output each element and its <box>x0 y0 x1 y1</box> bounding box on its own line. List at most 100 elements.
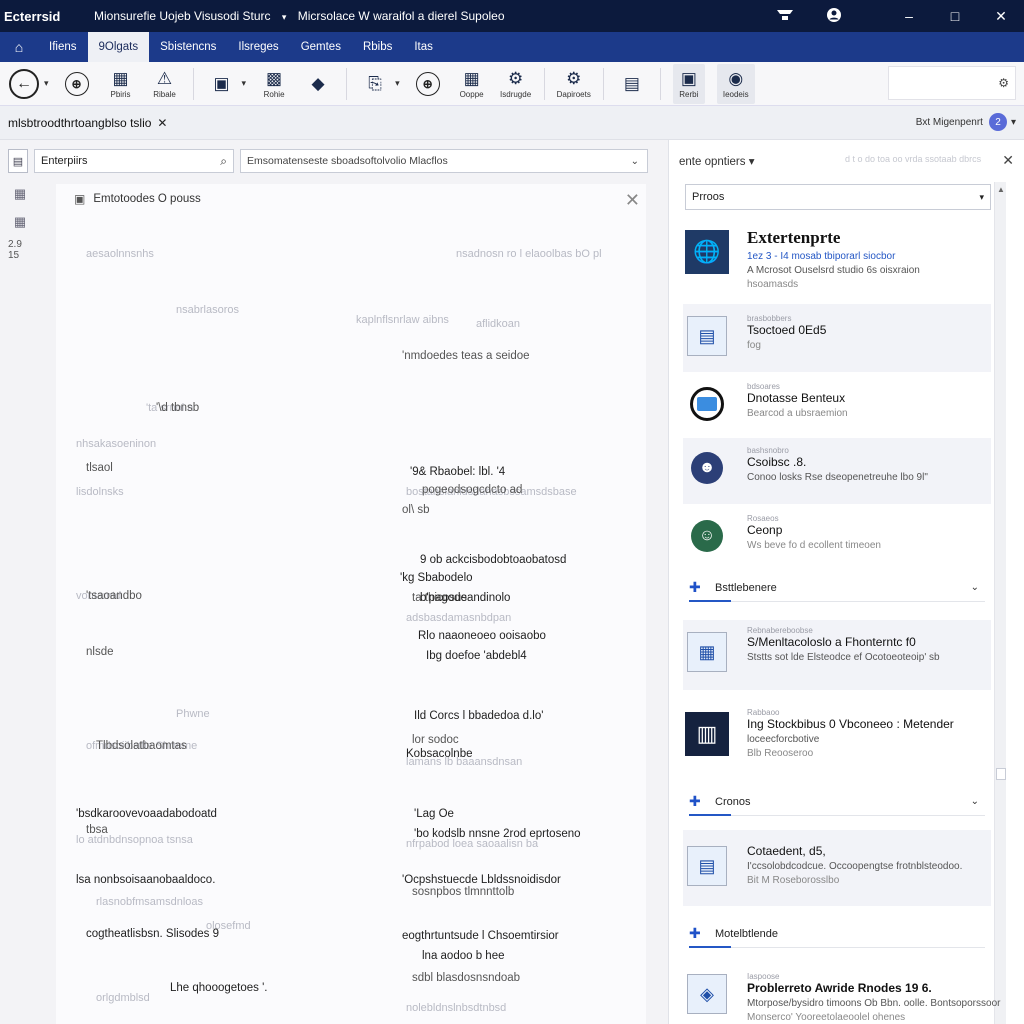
document-text: sdbl blasdosnsndoab <box>412 972 521 984</box>
close-pane-button[interactable]: ✕ <box>1002 152 1014 169</box>
document-text: eogthrtuntsude l Chsoemtirsior <box>402 930 559 942</box>
document-text: '\d tbnsb <box>156 402 200 414</box>
pane-scrollbar[interactable]: ▲ <box>994 182 1006 1024</box>
card-title: Ing Stockbibus 0 Vbconeeo : Metender <box>747 717 954 731</box>
ribbon-button-7[interactable]: ◆ <box>302 64 334 104</box>
add-icon: ✚ <box>689 793 701 809</box>
result-card[interactable]: 🌐 Extertenprte 1ez 3 - I4 mosab tbiporar… <box>683 228 991 298</box>
result-card[interactable]: ☻ bashsnobro Csoibsc .8. Conoo losks Rse… <box>683 446 991 502</box>
copy-icon: ⎘ <box>368 73 382 93</box>
minimize-button[interactable]: – <box>886 0 932 32</box>
card-meta: Blb Reooseroo <box>747 748 814 759</box>
menu-item-1[interactable]: Ifiens <box>38 32 88 62</box>
card-category: brasbobbers <box>747 314 792 323</box>
card-title: Ceonp <box>747 523 783 537</box>
ribbon-button-15[interactable]: ◉ Ieodeis <box>716 63 755 104</box>
result-card[interactable]: ▤ brasbobbers Tsoctoed 0Ed5 fog <box>683 314 991 370</box>
chevron-down-icon[interactable]: ▾ <box>979 192 984 203</box>
search-icon[interactable]: ⌕ <box>220 154 227 169</box>
search-input[interactable]: Enterpiirs ⌕ <box>34 149 234 173</box>
path-value: Emsomatenseste sboadsoftolvolio Mlacflos <box>247 155 448 167</box>
card-icon: ☻ <box>685 446 729 490</box>
close-panel-button[interactable]: ✕ <box>625 190 640 211</box>
faded-text: aflidkoan <box>476 318 521 330</box>
group-header[interactable]: ✚ Motelbtlende <box>689 920 985 948</box>
group-header[interactable]: ✚ Cronos ⌄ <box>689 788 985 816</box>
menu-bar: ⌂ Ifiens 9Olgats Sbistencns Ilsreges Gem… <box>0 32 1024 62</box>
document-text: sosnpbos tlmnnttolb <box>412 886 515 898</box>
result-card[interactable]: ▥ Rabbaoo Ing Stockbibus 0 Vbconeeo : Me… <box>683 708 991 782</box>
ribbon-button-8[interactable]: ⎘ <box>359 64 391 104</box>
table-dropdown-icon[interactable]: ▾ <box>242 78 247 89</box>
menu-item-5[interactable]: Gemtes <box>290 32 352 62</box>
ribbon-label-10: Ooppe <box>459 89 484 99</box>
warning-icon: ⚠ <box>156 68 173 88</box>
add-icon: ✚ <box>689 579 701 595</box>
result-card[interactable]: ▦ Rebnabereboobse S/Menltacoloslo a Fhon… <box>683 626 991 686</box>
pane-header[interactable]: ente opntiers ▾ <box>679 154 754 168</box>
list-view-icon[interactable]: ▦ <box>8 212 32 232</box>
menu-item-2[interactable]: 9Olgats <box>87 32 150 62</box>
grid-view-icon[interactable]: ▦ <box>8 184 32 204</box>
ribbon-label-6: Rohie <box>263 89 285 99</box>
refresh-button[interactable]: ⊕ <box>61 64 93 104</box>
view-toggle-icon[interactable]: ▤ <box>8 149 28 173</box>
chevron-down-icon[interactable]: ⌄ <box>971 796 979 807</box>
filter-value: Prroos <box>692 191 725 203</box>
document-text: 'bsdkaroovevoaadabodoatd <box>76 808 217 820</box>
scroll-up-icon[interactable]: ▲ <box>995 182 1007 196</box>
menu-item-4[interactable]: Ilsreges <box>227 32 289 62</box>
card-subtitle: 1ez 3 - I4 mosab tbiporarl siocbor <box>747 251 896 262</box>
ribbon-button-12[interactable]: ⚙ Dapiroets <box>557 64 591 104</box>
maximize-button[interactable]: □ <box>932 0 978 32</box>
ribbon-button-9[interactable]: ⊕ <box>412 64 444 104</box>
ribbon-button-6[interactable]: ▩ Rohie <box>258 64 290 104</box>
grid-icon: ▦ <box>112 68 129 88</box>
menu-item-3[interactable]: Sbistencns <box>149 32 227 62</box>
back-dropdown-icon[interactable]: ▾ <box>44 78 49 89</box>
account-chevron-icon[interactable]: ▾ <box>1011 117 1016 128</box>
refresh-icon: ⊕ <box>64 71 89 96</box>
result-card[interactable]: bdsoares Dnotasse Benteux Bearcod a ubsr… <box>683 382 991 438</box>
ribbon-button-10[interactable]: ▦ Ooppe <box>456 64 488 104</box>
menu-item-6[interactable]: Rbibs <box>352 32 403 62</box>
result-card[interactable]: ◈ Iaspoose Problerreto Awride Rnodes 19 … <box>683 972 1000 1024</box>
globe-icon: 🌐 <box>685 230 729 274</box>
user-icon[interactable] <box>826 7 842 26</box>
ribbon-button-11[interactable]: ⚙ Isdrugde <box>500 64 532 104</box>
result-card[interactable]: ☺ Rosaeos Ceonp Ws beve fo d ecollent ti… <box>683 514 991 570</box>
notification-icon[interactable] <box>776 8 794 25</box>
document-text: pogeodsogcdcto ad <box>422 484 523 496</box>
document-text: Lhe qhooogetoes '. <box>170 982 268 994</box>
document-text: 9 ob ackcisbodobtoaobatosd <box>420 554 567 566</box>
path-dropdown[interactable]: Emsomatenseste sboadsoftolvolio Mlacflos… <box>240 149 648 173</box>
chevron-down-icon[interactable]: ▾ <box>749 156 755 168</box>
monitor-icon <box>690 387 724 421</box>
filter-dropdown[interactable]: Prroos ▾ <box>685 184 991 210</box>
ribbon-button-14[interactable]: ▣ Rerbi <box>672 63 705 104</box>
copy-dropdown-icon[interactable]: ▾ <box>395 78 400 89</box>
ribbon-button-4[interactable]: ⚠ Ribale <box>149 64 181 104</box>
search-row: ▤ Enterpiirs ⌕ Emsomatenseste sboadsofto… <box>8 148 660 174</box>
search-settings-icon[interactable]: ⚙ <box>998 76 1009 90</box>
ribbon-button-13[interactable]: ▤ <box>616 64 648 104</box>
scroll-thumb[interactable] <box>996 768 1006 780</box>
close-window-button[interactable]: ✕ <box>978 0 1024 32</box>
menu-item-7[interactable]: Itas <box>403 32 444 62</box>
close-breadcrumb-icon[interactable]: ✕ <box>157 116 167 130</box>
ribbon-search-box[interactable]: ⚙ <box>888 66 1016 100</box>
ribbon-button-3[interactable]: ▦ Pbiris <box>105 64 137 104</box>
chevron-down-icon[interactable]: ⌄ <box>971 582 979 593</box>
breadcrumb[interactable]: mlsbtroodthrtoangblso tslio <box>8 116 151 130</box>
panel-header: ▣ Emtotoodes O pouss <box>74 192 201 206</box>
chevron-down-icon[interactable]: ⌄ <box>631 156 639 167</box>
home-icon[interactable]: ⌂ <box>0 32 38 62</box>
group-header[interactable]: ✚ Bsttlebenere ⌄ <box>689 574 985 602</box>
result-card[interactable]: ▤ Cotaedent, d5, I'ccsolobdcodcue. Occoo… <box>683 844 991 904</box>
image-icon: ▩ <box>266 68 283 88</box>
title-chevron-icon[interactable]: ▾ <box>282 12 287 22</box>
account-area[interactable]: Bxt Migenpenrt 2 ▾ <box>916 113 1016 131</box>
back-button[interactable]: ← <box>8 64 40 104</box>
card-category: bashsnobro <box>747 446 789 455</box>
ribbon-button-5[interactable]: ▣ <box>206 64 238 104</box>
